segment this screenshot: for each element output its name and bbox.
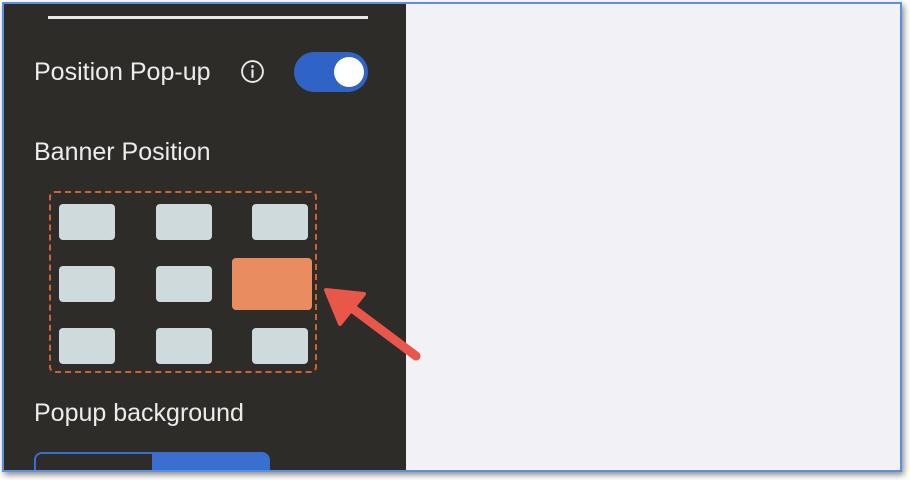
- popup-background-selector: [34, 452, 270, 470]
- position-top-right[interactable]: [252, 204, 308, 240]
- position-top-center[interactable]: [156, 204, 212, 240]
- settings-panel: Position Pop-up Banner Position Popup ba…: [4, 4, 406, 470]
- annotation-arrow-icon: [324, 288, 421, 361]
- popup-background-label: Popup background: [34, 399, 244, 427]
- toggle-knob: [334, 57, 364, 87]
- position-middle-right[interactable]: [232, 258, 312, 310]
- popup-background-option-1[interactable]: [36, 454, 152, 470]
- position-top-left[interactable]: [59, 204, 115, 240]
- position-bottom-center[interactable]: [156, 328, 212, 364]
- position-middle-left[interactable]: [59, 266, 115, 302]
- banner-position-label: Banner Position: [34, 138, 211, 166]
- section-divider: [48, 16, 368, 19]
- popup-background-option-2[interactable]: [152, 454, 268, 470]
- position-popup-toggle[interactable]: [294, 52, 368, 92]
- screenshot-frame: Position Pop-up Banner Position Popup ba…: [2, 2, 902, 472]
- position-bottom-right[interactable]: [252, 328, 308, 364]
- info-icon[interactable]: [240, 59, 265, 84]
- banner-position-grid: [49, 191, 317, 373]
- position-center[interactable]: [156, 266, 212, 302]
- position-popup-label: Position Pop-up: [34, 58, 211, 86]
- position-bottom-left[interactable]: [59, 328, 115, 364]
